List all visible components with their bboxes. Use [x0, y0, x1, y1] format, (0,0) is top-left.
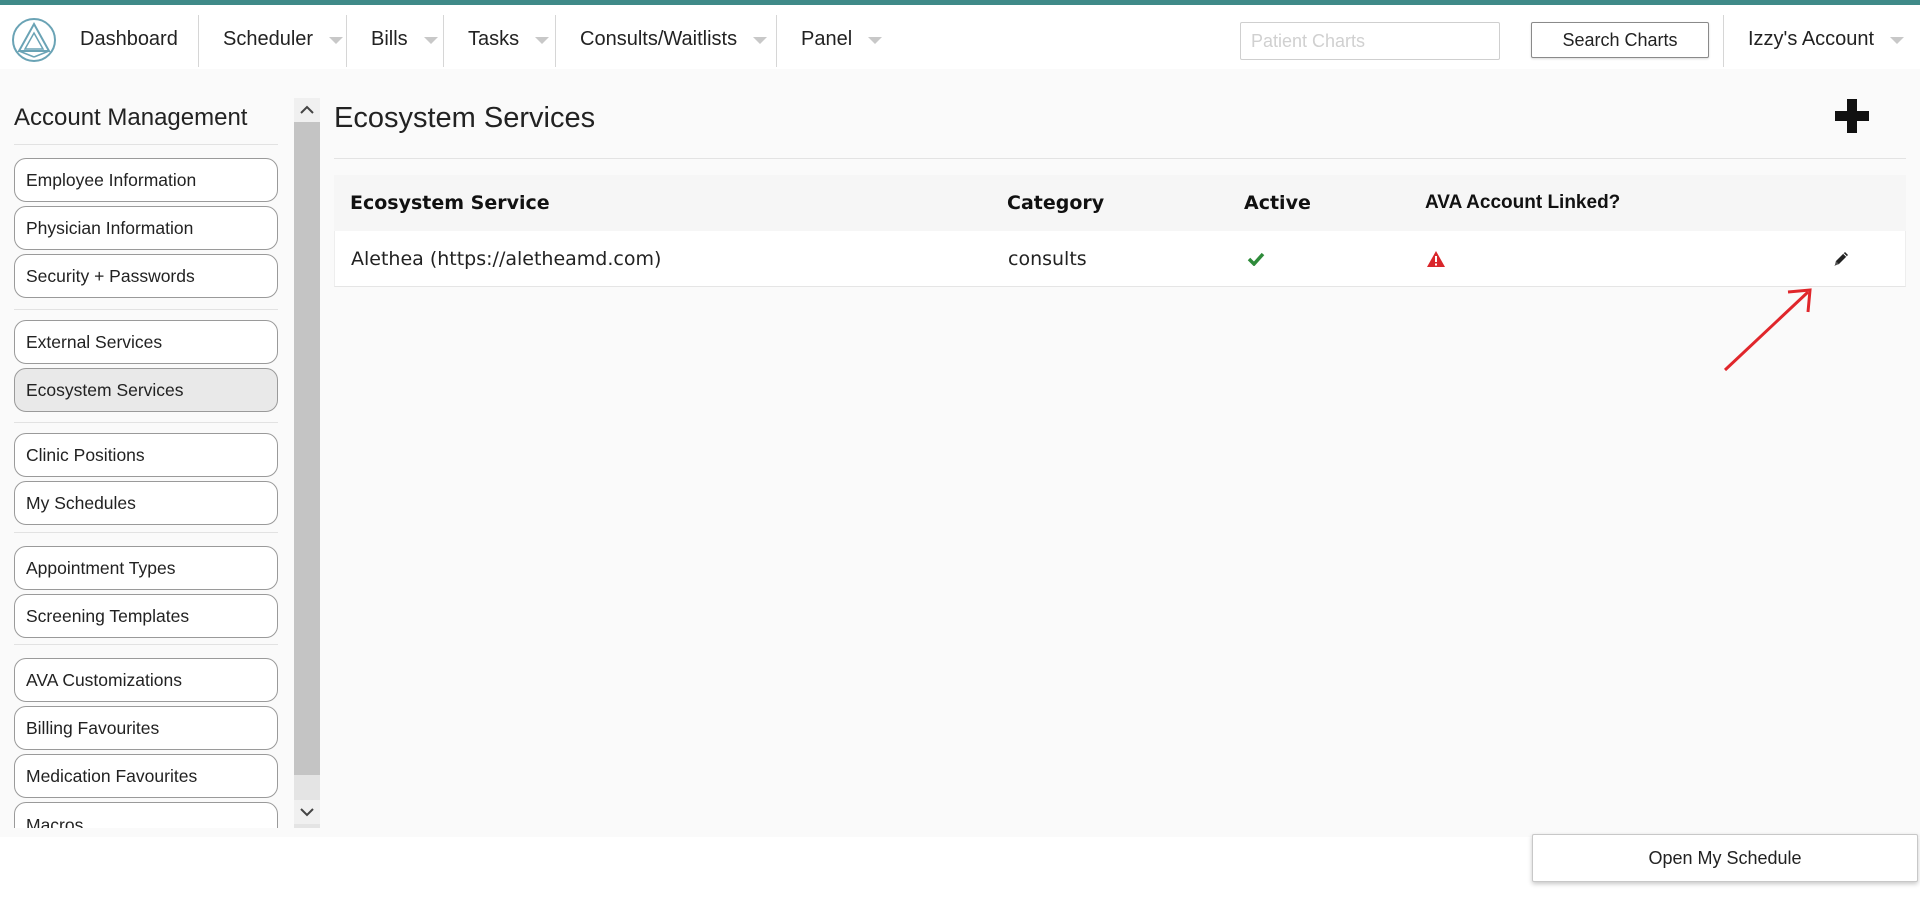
sidebar-item-label: Physician Information: [26, 217, 194, 238]
sidebar-item-ecosystem-services[interactable]: Ecosystem Services: [14, 368, 278, 412]
patient-charts-search-input[interactable]: [1240, 22, 1500, 60]
pencil-icon[interactable]: [1832, 231, 1850, 287]
open-my-schedule-button[interactable]: Open My Schedule: [1532, 834, 1918, 882]
sidebar-item-ava-customizations[interactable]: AVA Customizations: [14, 658, 278, 702]
nav-scheduler-label: Scheduler: [223, 28, 314, 50]
cell-category: consults: [1008, 248, 1087, 270]
sidebar-item-label: Ecosystem Services: [26, 379, 184, 400]
sidebar-item-label: My Schedules: [26, 492, 136, 513]
nav-dashboard-label: Dashboard: [80, 28, 178, 50]
nav-divider: [555, 15, 556, 67]
scroll-down-icon[interactable]: [294, 800, 320, 824]
nav-divider: [198, 15, 199, 67]
chevron-down-icon: [753, 37, 768, 44]
nav-tasks-label: Tasks: [468, 28, 520, 50]
nav-bills[interactable]: Bills: [371, 10, 438, 69]
sidebar-item-label: Medication Favourites: [26, 765, 198, 786]
table-header-row: Ecosystem Service Category Active AVA Ac…: [334, 175, 1906, 231]
search-charts-label: Search Charts: [1562, 29, 1678, 50]
warning-icon: [1426, 231, 1446, 287]
sidebar-item-label: Billing Favourites: [26, 717, 160, 738]
chevron-down-icon: [868, 37, 883, 44]
app-logo-icon[interactable]: [11, 17, 57, 63]
account-label: Izzy's Account: [1748, 28, 1875, 50]
nav-divider: [776, 15, 777, 67]
sidebar-item-label: Macros: [26, 815, 84, 828]
sidebar-item-security-passwords[interactable]: Security + Passwords: [14, 254, 278, 298]
add-plus-icon[interactable]: [1835, 99, 1869, 133]
nav-scheduler[interactable]: Scheduler: [223, 10, 344, 69]
account-management-sidebar: Account Management Employee Information …: [0, 98, 290, 828]
sidebar-item-employee-information[interactable]: Employee Information: [14, 158, 278, 202]
nav-dashboard[interactable]: Dashboard: [80, 10, 178, 69]
chevron-down-icon: [329, 37, 344, 44]
sidebar-item-label: External Services: [26, 331, 163, 352]
sidebar-item-billing-favourites[interactable]: Billing Favourites: [14, 706, 278, 750]
sidebar-item-label: AVA Customizations: [26, 669, 182, 690]
sidebar-item-medication-favourites[interactable]: Medication Favourites: [14, 754, 278, 798]
sidebar-item-my-schedules[interactable]: My Schedules: [14, 481, 278, 525]
open-my-schedule-label: Open My Schedule: [1648, 847, 1802, 868]
sidebar-divider: [14, 422, 278, 423]
nav-consults-waitlists[interactable]: Consults/Waitlists: [580, 10, 768, 69]
nav-divider: [443, 15, 444, 67]
title-divider: [334, 158, 1906, 159]
chevron-down-icon: [535, 37, 550, 44]
sidebar-item-label: Employee Information: [26, 169, 197, 190]
page-title: Ecosystem Services: [334, 102, 596, 134]
nav-bills-label: Bills: [371, 28, 408, 50]
sidebar-item-label: Clinic Positions: [26, 444, 145, 465]
sidebar-item-clinic-positions[interactable]: Clinic Positions: [14, 433, 278, 477]
sidebar-item-screening-templates[interactable]: Screening Templates: [14, 594, 278, 638]
column-header-category: Category: [1007, 192, 1105, 214]
nav-consults-label: Consults/Waitlists: [580, 28, 738, 50]
cell-service-name: Alethea (https://aletheamd.com): [351, 248, 662, 270]
column-header-active: Active: [1244, 192, 1311, 214]
nav-account-menu[interactable]: Izzy's Account: [1748, 10, 1905, 69]
sidebar-item-physician-information[interactable]: Physician Information: [14, 206, 278, 250]
sidebar-item-label: Security + Passwords: [26, 265, 195, 286]
sidebar-divider: [14, 309, 278, 310]
chevron-down-icon: [1890, 37, 1905, 44]
sidebar-item-appointment-types[interactable]: Appointment Types: [14, 546, 278, 590]
sidebar-title: Account Management: [14, 104, 248, 131]
nav-tasks[interactable]: Tasks: [468, 10, 550, 69]
sidebar-item-macros[interactable]: Macros: [14, 802, 278, 828]
chevron-down-icon: [423, 37, 438, 44]
sidebar-item-external-services[interactable]: External Services: [14, 320, 278, 364]
nav-divider: [346, 15, 347, 67]
nav-divider: [1723, 15, 1724, 67]
annotation-arrow-icon: [1723, 288, 1812, 372]
scroll-up-icon[interactable]: [294, 98, 320, 122]
column-header-ecosystem-service: Ecosystem Service: [350, 192, 550, 214]
nav-panel-label: Panel: [801, 28, 853, 50]
top-navigation-bar: Dashboard Scheduler Bills Tasks Consults…: [0, 0, 1920, 69]
sidebar-divider: [14, 144, 278, 145]
table-row: Alethea (https://aletheamd.com) consults: [334, 231, 1906, 287]
sidebar-divider: [14, 644, 278, 645]
column-header-ava-account-linked: AVA Account Linked?: [1425, 192, 1621, 213]
check-icon: [1247, 231, 1265, 287]
search-charts-button[interactable]: Search Charts: [1531, 22, 1709, 58]
sidebar-item-label: Screening Templates: [26, 605, 190, 626]
nav-panel[interactable]: Panel: [801, 10, 883, 69]
sidebar-item-label: Appointment Types: [26, 557, 176, 578]
sidebar-scrollbar-thumb[interactable]: [294, 122, 320, 775]
sidebar-divider: [14, 532, 278, 533]
